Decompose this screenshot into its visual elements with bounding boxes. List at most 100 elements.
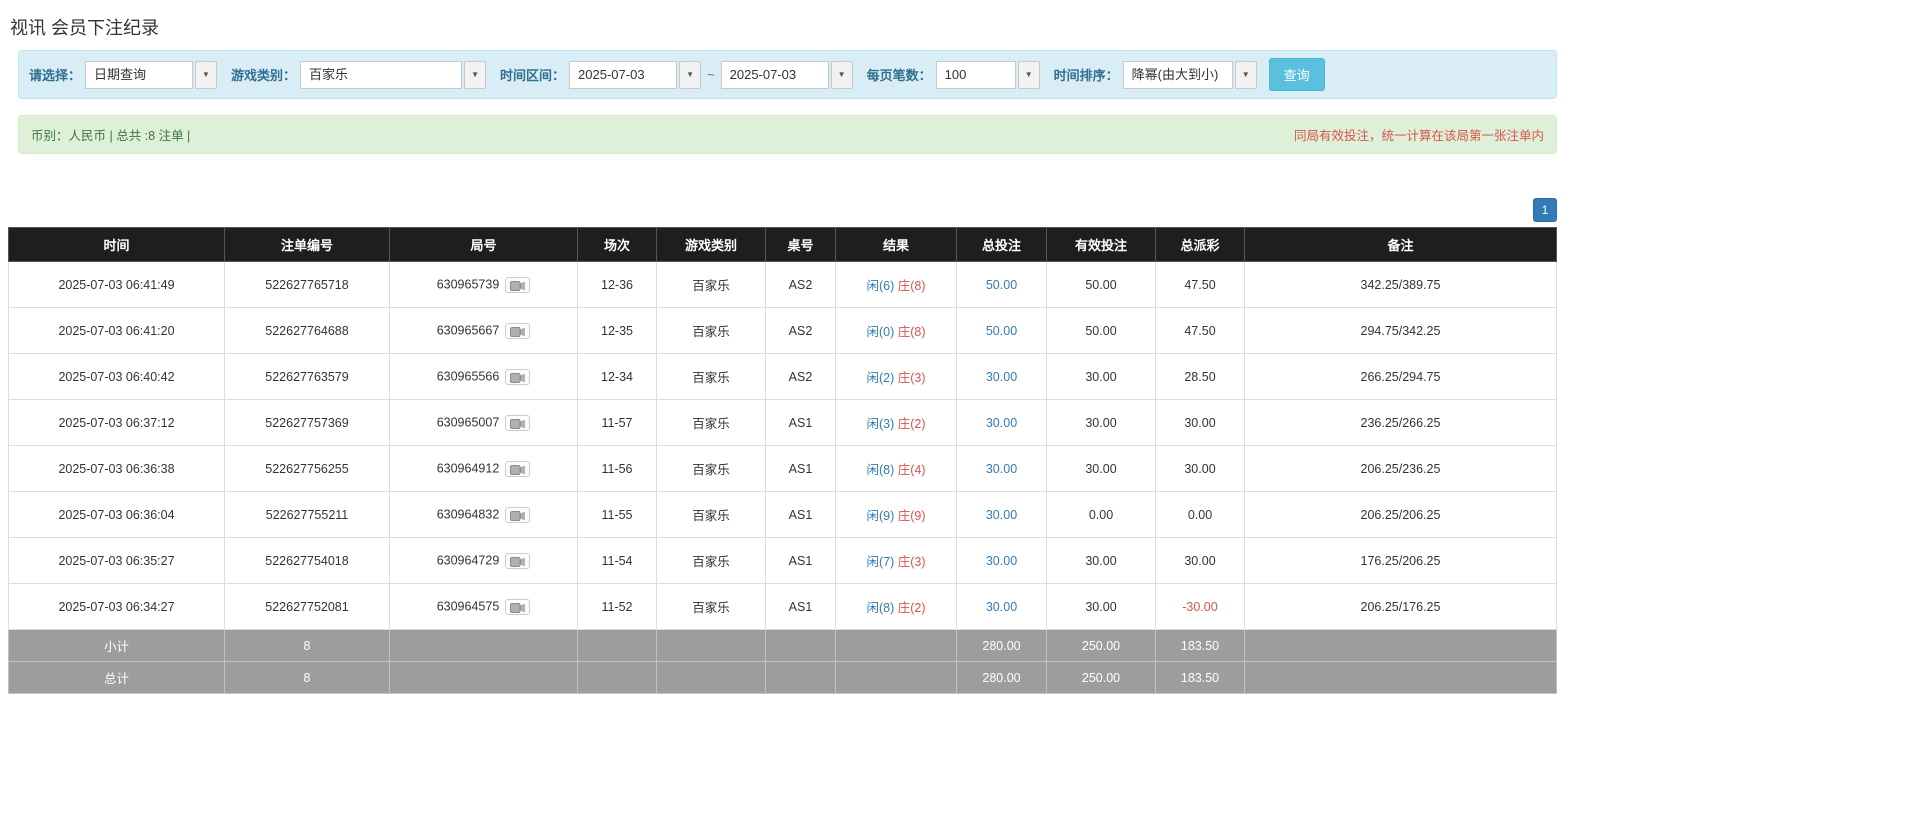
round-number: 630965739	[437, 277, 500, 291]
column-header: 场次	[578, 228, 657, 262]
round-number: 630964912	[437, 461, 500, 475]
cell-time: 2025-07-03 06:36:38	[9, 446, 225, 492]
game-type-select[interactable]: 百家乐 ▼	[300, 61, 486, 89]
cell-bet-id: 522627754018	[225, 538, 390, 584]
filter-bar: 请选择： 日期查询 ▼ 游戏类别： 百家乐 ▼ 时间区间： 2025-07-03…	[18, 50, 1557, 99]
cell-total-bet: 30.00	[957, 446, 1047, 492]
cell-bet-id: 522627764688	[225, 308, 390, 354]
cell-round: 630964575	[390, 584, 578, 630]
video-replay-icon[interactable]	[505, 277, 530, 293]
video-replay-icon[interactable]	[505, 553, 530, 569]
cell-note: 206.25/206.25	[1245, 492, 1557, 538]
search-button[interactable]: 查询	[1269, 58, 1325, 91]
subtotal-payout: 183.50	[1156, 630, 1245, 662]
chevron-down-icon[interactable]: ▼	[1235, 61, 1257, 89]
footer-empty-cell	[657, 662, 766, 694]
cell-session: 12-34	[578, 354, 657, 400]
cell-total-bet: 50.00	[957, 308, 1047, 354]
video-replay-icon[interactable]	[505, 323, 530, 339]
cell-session: 11-57	[578, 400, 657, 446]
cell-session: 11-56	[578, 446, 657, 492]
cell-session: 11-55	[578, 492, 657, 538]
cell-valid-bet: 30.00	[1047, 354, 1156, 400]
round-number: 630964832	[437, 507, 500, 521]
footer-empty-cell	[1245, 630, 1557, 662]
date-from-value: 2025-07-03	[569, 61, 677, 89]
cell-game-type: 百家乐	[657, 538, 766, 584]
footer-empty-cell	[766, 630, 836, 662]
cell-game-type: 百家乐	[657, 492, 766, 538]
footer-empty-cell	[390, 662, 578, 694]
chevron-down-icon[interactable]: ▼	[195, 61, 217, 89]
date-from-select[interactable]: 2025-07-03 ▼	[569, 61, 701, 89]
chevron-down-icon[interactable]: ▼	[679, 61, 701, 89]
video-replay-icon[interactable]	[505, 461, 530, 477]
footer-empty-cell	[657, 630, 766, 662]
total-bet-link[interactable]: 30.00	[986, 416, 1017, 430]
cell-bet-id: 522627765718	[225, 262, 390, 308]
cell-table-no: AS2	[766, 262, 836, 308]
total-bet-link[interactable]: 50.00	[986, 324, 1017, 338]
date-to-select[interactable]: 2025-07-03 ▼	[721, 61, 853, 89]
page-title: 视讯 会员下注纪录	[10, 14, 1557, 40]
total-bet-link[interactable]: 30.00	[986, 554, 1017, 568]
cell-note: 176.25/206.25	[1245, 538, 1557, 584]
cell-game-type: 百家乐	[657, 354, 766, 400]
cell-game-type: 百家乐	[657, 262, 766, 308]
cell-round: 630965739	[390, 262, 578, 308]
total-bet-link[interactable]: 30.00	[986, 370, 1017, 384]
cell-table-no: AS1	[766, 584, 836, 630]
cell-payout: -30.00	[1156, 584, 1245, 630]
cell-time: 2025-07-03 06:34:27	[9, 584, 225, 630]
sort-select[interactable]: 降幂(由大到小) ▼	[1123, 61, 1257, 89]
result-player: 闲(2)	[866, 371, 894, 385]
per-page-select[interactable]: 100 ▼	[936, 61, 1040, 89]
cell-session: 12-35	[578, 308, 657, 354]
date-query-select[interactable]: 日期查询 ▼	[85, 61, 217, 89]
cell-table-no: AS2	[766, 308, 836, 354]
footer-empty-cell	[766, 662, 836, 694]
cell-result: 闲(9) 庄(9)	[836, 492, 957, 538]
round-number: 630965667	[437, 323, 500, 337]
date-query-value: 日期查询	[85, 61, 193, 89]
table-header-row: 时间注单编号局号场次游戏类别桌号结果总投注有效投注总派彩备注	[9, 228, 1557, 262]
total-bet-link[interactable]: 50.00	[986, 278, 1017, 292]
cell-table-no: AS1	[766, 446, 836, 492]
chevron-down-icon[interactable]: ▼	[1018, 61, 1040, 89]
summary-bar: 币别：人民币 | 总共 :8 注单 | 同局有效投注，统一计算在该局第一张注单内	[18, 115, 1557, 154]
total-bet-link[interactable]: 30.00	[986, 508, 1017, 522]
cell-valid-bet: 30.00	[1047, 538, 1156, 584]
cell-note: 342.25/389.75	[1245, 262, 1557, 308]
result-player: 闲(7)	[866, 555, 894, 569]
column-header: 有效投注	[1047, 228, 1156, 262]
cell-note: 266.25/294.75	[1245, 354, 1557, 400]
video-replay-icon[interactable]	[505, 599, 530, 615]
video-replay-icon[interactable]	[505, 507, 530, 523]
total-bet-link[interactable]: 30.00	[986, 600, 1017, 614]
cell-payout: 30.00	[1156, 446, 1245, 492]
page-button-1[interactable]: 1	[1533, 198, 1557, 222]
page-container: 视讯 会员下注纪录 请选择： 日期查询 ▼ 游戏类别： 百家乐 ▼ 时间区间： …	[8, 14, 1557, 694]
cell-bet-id: 522627755211	[225, 492, 390, 538]
cell-result: 闲(2) 庄(3)	[836, 354, 957, 400]
table-row: 2025-07-03 06:41:49522627765718630965739…	[9, 262, 1557, 308]
result-banker: 庄(4)	[898, 463, 926, 477]
cell-valid-bet: 0.00	[1047, 492, 1156, 538]
footer-empty-cell	[390, 630, 578, 662]
cell-note: 236.25/266.25	[1245, 400, 1557, 446]
chevron-down-icon[interactable]: ▼	[831, 61, 853, 89]
table-row: 2025-07-03 06:34:27522627752081630964575…	[9, 584, 1557, 630]
subtotal-count: 8	[225, 630, 390, 662]
cell-time: 2025-07-03 06:35:27	[9, 538, 225, 584]
cell-payout: 47.50	[1156, 308, 1245, 354]
cell-game-type: 百家乐	[657, 584, 766, 630]
cell-table-no: AS2	[766, 354, 836, 400]
cell-note: 206.25/176.25	[1245, 584, 1557, 630]
video-replay-icon[interactable]	[505, 415, 530, 431]
total-bet-link[interactable]: 30.00	[986, 462, 1017, 476]
cell-time: 2025-07-03 06:36:04	[9, 492, 225, 538]
chevron-down-icon[interactable]: ▼	[464, 61, 486, 89]
round-number: 630965007	[437, 415, 500, 429]
video-replay-icon[interactable]	[505, 369, 530, 385]
per-page-label: 每页笔数：	[867, 65, 932, 84]
